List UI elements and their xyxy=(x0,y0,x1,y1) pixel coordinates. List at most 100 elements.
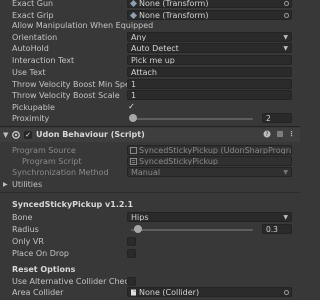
use-alt-collider-row: Use Alternative Collider Check xyxy=(0,276,300,287)
orientation-row: Orientation Any ▼ xyxy=(0,32,300,43)
place-on-drop-label: Place On Drop xyxy=(12,249,69,258)
exact-gun-row: Exact Gun None (Transform) xyxy=(0,0,300,9)
dropdown-arrow-icon: ▼ xyxy=(283,45,288,52)
collider-icon xyxy=(130,289,137,296)
exact-grip-field[interactable]: None (Transform) xyxy=(127,10,292,20)
program-source-row: Program Source SyncedStickyPickup (UdonS… xyxy=(0,145,300,156)
object-picker-icon[interactable] xyxy=(284,13,289,18)
throw-scale-input[interactable]: 1 xyxy=(127,90,292,100)
help-icon[interactable]: ? xyxy=(263,130,271,140)
transform-icon xyxy=(130,12,137,19)
autohold-label: AutoHold xyxy=(12,44,49,53)
program-source-value: SyncedStickyPickup (UdonSharpProgramAsse… xyxy=(139,146,291,155)
reset-options-title: Reset Options xyxy=(12,265,76,274)
place-on-drop-checkbox[interactable] xyxy=(127,249,136,258)
orientation-value: Any xyxy=(131,33,147,42)
autohold-value: Auto Detect xyxy=(131,44,179,53)
exact-grip-value: None (Transform) xyxy=(139,11,209,20)
proximity-value-input[interactable]: 2 xyxy=(262,113,292,123)
interaction-text-input[interactable]: Pick me up xyxy=(127,55,292,65)
program-source-field: SyncedStickyPickup (UdonSharpProgramAsse… xyxy=(127,145,292,155)
foldout-arrow-icon[interactable]: ▼ xyxy=(3,131,8,139)
proximity-label: Proximity xyxy=(12,114,50,123)
sync-method-value: Manual xyxy=(131,168,161,177)
bone-label: Bone xyxy=(12,213,33,222)
radius-row: Radius 0.3 xyxy=(0,224,300,235)
sync-method-dropdown: Manual ▼ xyxy=(127,167,292,177)
svg-text:?: ? xyxy=(265,131,268,138)
proximity-row: Proximity 2 xyxy=(0,113,300,124)
radius-slider-knob[interactable] xyxy=(134,225,143,233)
area-collider-value: None (Collider) xyxy=(139,288,200,297)
exact-gun-field[interactable]: None (Transform) xyxy=(127,0,292,8)
place-on-drop-row: Place On Drop xyxy=(0,248,300,259)
radius-label: Radius xyxy=(12,225,39,234)
only-vr-checkbox[interactable] xyxy=(127,237,136,246)
program-script-row: Program Script SyncedStickyPickup xyxy=(0,156,300,167)
bone-value: Hips xyxy=(131,213,149,222)
preset-icon[interactable] xyxy=(276,130,284,140)
exact-gun-label: Exact Gun xyxy=(12,0,54,8)
interaction-text-row: Interaction Text Pick me up xyxy=(0,55,300,66)
transform-icon xyxy=(130,0,137,7)
proximity-slider-knob[interactable] xyxy=(129,114,138,122)
allow-manipulation-row: Allow Manipulation When Equipped xyxy=(0,20,300,31)
context-menu-icon[interactable]: ⋮ xyxy=(288,130,295,138)
area-collider-label: Area Collider xyxy=(12,288,64,297)
utilities-foldout[interactable]: ▶ Utilities xyxy=(0,179,300,190)
foldout-arrow-icon[interactable]: ▶ xyxy=(3,179,8,190)
program-source-label: Program Source xyxy=(12,146,76,155)
proximity-slider-track[interactable] xyxy=(131,118,253,120)
throw-min-speed-input[interactable]: 1 xyxy=(127,79,292,89)
component-divider xyxy=(0,126,300,127)
area-collider-row: Area Collider None (Collider) xyxy=(0,287,300,298)
interaction-text-label: Interaction Text xyxy=(12,56,75,65)
pickupable-row: Pickupable ✓ xyxy=(0,102,300,113)
object-picker-icon[interactable] xyxy=(284,290,289,295)
bone-dropdown[interactable]: Hips ▼ xyxy=(127,212,292,222)
sync-method-label: Synchronization Method xyxy=(12,168,109,177)
allow-manipulation-label: Allow Manipulation When Equipped xyxy=(12,21,154,30)
dropdown-arrow-icon: ▼ xyxy=(283,169,288,176)
throw-scale-row: Throw Velocity Boost Scale 1 xyxy=(0,90,300,101)
only-vr-label: Only VR xyxy=(12,237,44,246)
use-text-label: Use Text xyxy=(12,68,46,77)
bone-row: Bone Hips ▼ xyxy=(0,212,300,223)
script-title-row: SyncedStickyPickup v1.2.1 xyxy=(0,199,300,210)
exact-gun-value: None (Transform) xyxy=(139,0,209,8)
script-title: SyncedStickyPickup v1.2.1 xyxy=(12,200,134,209)
utilities-label: Utilities xyxy=(12,180,43,189)
reset-options-row: Reset Options xyxy=(0,264,300,275)
use-text-input[interactable]: Attach xyxy=(127,67,292,77)
program-asset-icon xyxy=(130,147,137,154)
only-vr-row: Only VR xyxy=(0,236,300,247)
autohold-dropdown[interactable]: Auto Detect ▼ xyxy=(127,43,292,53)
use-text-row: Use Text Attach xyxy=(0,67,300,78)
udon-component-icon xyxy=(12,131,20,141)
throw-min-speed-row: Throw Velocity Boost Min Speed 1 xyxy=(0,79,300,90)
orientation-label: Orientation xyxy=(12,33,58,42)
udon-behaviour-title: Udon Behaviour (Script) xyxy=(36,130,145,139)
program-script-label: Program Script xyxy=(22,157,82,166)
throw-min-speed-label: Throw Velocity Boost Min Speed xyxy=(12,80,140,89)
area-collider-field[interactable]: None (Collider) xyxy=(127,287,292,297)
section-divider xyxy=(0,192,300,193)
use-alt-collider-label: Use Alternative Collider Check xyxy=(12,277,134,286)
program-script-value: SyncedStickyPickup xyxy=(139,157,219,166)
orientation-dropdown[interactable]: Any ▼ xyxy=(127,32,292,42)
pickupable-label: Pickupable xyxy=(12,103,55,112)
sync-method-row: Synchronization Method Manual ▼ xyxy=(0,167,300,178)
program-script-field: SyncedStickyPickup xyxy=(127,156,292,166)
pickupable-checkbox[interactable]: ✓ xyxy=(127,103,136,112)
use-alt-collider-checkbox[interactable] xyxy=(127,277,136,286)
object-picker-icon[interactable] xyxy=(284,1,289,6)
component-enabled-checkbox[interactable]: ✓ xyxy=(24,131,32,139)
autohold-row: AutoHold Auto Detect ▼ xyxy=(0,43,300,54)
script-icon xyxy=(130,158,137,165)
radius-slider-track[interactable] xyxy=(131,229,253,231)
radius-value-input[interactable]: 0.3 xyxy=(262,224,292,234)
dropdown-arrow-icon: ▼ xyxy=(283,214,288,221)
throw-scale-label: Throw Velocity Boost Scale xyxy=(12,91,120,100)
udon-behaviour-header[interactable]: ▼ ✓ Udon Behaviour (Script) ? ⋮ xyxy=(0,128,300,142)
dropdown-arrow-icon: ▼ xyxy=(283,34,288,41)
